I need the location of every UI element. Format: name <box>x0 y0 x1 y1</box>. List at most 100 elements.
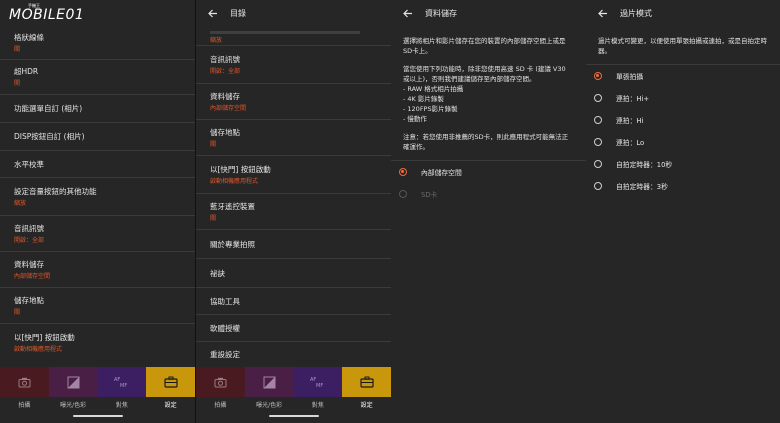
setting-value: 縮放 <box>210 37 223 44</box>
setting-super-hdr[interactable]: 超HDR 開 <box>0 60 195 95</box>
exposure-icon <box>263 376 276 388</box>
tab-exposure-block <box>244 367 294 397</box>
radio-unselected[interactable] <box>594 94 602 102</box>
setting-title: 藍牙遙控裝置 <box>210 201 255 211</box>
back-button[interactable] <box>596 6 610 20</box>
setting-data-storage[interactable]: 資料儲存 內部儲存空間 <box>196 84 391 120</box>
setting-function-menu-custom[interactable]: 功能選單自訂 (相片) <box>0 95 195 123</box>
intro-text: 過片模式可變更，以便使用單張拍攝或連拍，或是自拍定時器。 <box>598 37 767 55</box>
setting-title: 設定音量按鈕的其他功能 <box>14 186 97 196</box>
settings-panel-main: MOBILE01 手機王 格狀線條 關 超HDR 開 功能選單自訂 (相片) D… <box>0 0 195 423</box>
option-label: 單張拍攝 <box>616 73 644 81</box>
setting-value: 關 <box>210 214 217 222</box>
intro-text: 選擇將相片和影片儲存在您的裝置的內部儲存空間上或是SD卡上。 <box>403 37 566 55</box>
setting-level-calibration[interactable]: 水平校準 <box>0 151 195 178</box>
tab-settings[interactable]: 設定 <box>342 367 391 411</box>
setting-title: 儲存地點 <box>210 127 240 137</box>
setting-volume-button-function-partial[interactable]: 縮放 <box>196 26 391 46</box>
tab-label: 對焦 <box>311 402 324 409</box>
settings-list: 格狀線條 關 超HDR 開 功能選單自訂 (相片) DISP按鈕自訂 (相片) … <box>0 26 195 361</box>
feature-bullet: - 慢動作 <box>403 115 427 123</box>
af-mf-icon: AF MF <box>310 377 323 389</box>
setting-disp-button-custom[interactable]: DISP按鈕自訂 (相片) <box>0 123 195 151</box>
tab-exposure-color[interactable]: 曝光/色彩 <box>244 367 294 411</box>
drive-mode-header: 過片模式 <box>586 0 780 26</box>
setting-tips[interactable]: 祕訣 <box>196 259 391 288</box>
option-self-timer-10s[interactable]: 自拍定時器：10秒 <box>586 153 780 175</box>
tab-settings[interactable]: 設定 <box>146 367 195 411</box>
option-burst-lo[interactable]: 連拍：Lo <box>586 131 780 153</box>
option-label: 自拍定時器：10秒 <box>616 161 673 169</box>
feature-bullet: - 4K 影片錄製 <box>403 95 444 103</box>
camera-icon <box>18 377 31 387</box>
setting-title: 以[快門] 按鈕啟動 <box>14 332 75 342</box>
tab-exposure-block <box>48 367 98 397</box>
setting-save-location[interactable]: 儲存地點 關 <box>0 288 195 324</box>
setting-save-location[interactable]: 儲存地點 關 <box>196 120 391 156</box>
setting-title: 音訊訊號 <box>210 54 240 64</box>
setting-bluetooth-remote[interactable]: 藍牙遙控裝置 關 <box>196 194 391 230</box>
tab-shooting-block <box>0 367 49 397</box>
setting-value: 啟動相機應用程式 <box>14 345 63 353</box>
setting-grid-lines[interactable]: 格狀線條 關 <box>0 26 195 60</box>
option-label: 連拍：Hi+ <box>616 95 650 103</box>
back-button[interactable] <box>401 6 415 20</box>
tab-focus[interactable]: AF MF 對焦 <box>293 367 343 411</box>
setting-volume-button-function[interactable]: 設定音量按鈕的其他功能 縮放 <box>0 178 195 216</box>
option-label: 內部儲存空間 <box>421 169 462 177</box>
setting-title: 格狀線條 <box>14 32 44 42</box>
tab-label: 設定 <box>164 402 177 409</box>
storage-options: 內部儲存空間 SD卡 <box>391 161 586 205</box>
option-burst-hi[interactable]: 連拍：Hi <box>586 109 780 131</box>
setting-title: DISP按鈕自訂 (相片) <box>14 132 85 141</box>
setting-accessibility[interactable]: 協助工具 <box>196 288 391 315</box>
option-internal-storage[interactable]: 內部儲存空間 <box>391 161 586 183</box>
setting-title: 資料儲存 <box>210 91 240 101</box>
tab-label: 曝光/色彩 <box>256 402 283 409</box>
page-title: 目錄 <box>230 8 246 18</box>
tab-settings-block <box>146 367 195 397</box>
setting-title: 協助工具 <box>210 296 240 306</box>
setting-title: 超HDR <box>14 67 39 76</box>
back-button[interactable] <box>206 6 220 20</box>
setting-shutter-launch[interactable]: 以[快門] 按鈕啟動 啟動相機應用程式 <box>0 324 195 361</box>
setting-title: 功能選單自訂 (相片) <box>14 104 83 113</box>
setting-about[interactable]: 關於專業拍照 <box>196 230 391 259</box>
logo-text: MOBILE01 <box>9 7 84 23</box>
option-single-shot[interactable]: 單張拍攝 <box>586 65 780 87</box>
tab-focus[interactable]: AF MF 對焦 <box>97 367 147 411</box>
setting-software-license[interactable]: 軟體授權 <box>196 315 391 342</box>
setting-audio-signal[interactable]: 音訊訊號 開啟：全部 <box>0 216 195 252</box>
setting-data-storage[interactable]: 資料儲存 內部儲存空間 <box>0 252 195 288</box>
radio-selected[interactable] <box>399 168 407 176</box>
radio-unselected[interactable] <box>594 138 602 146</box>
setting-value: 開啟：全部 <box>210 67 241 75</box>
setting-title: 水平校準 <box>14 159 44 169</box>
home-indicator[interactable] <box>269 415 319 417</box>
tab-exposure-color[interactable]: 曝光/色彩 <box>48 367 98 411</box>
mode-tab-bar: 拍攝 曝光/色彩 AF MF 對焦 設定 <box>0 367 195 411</box>
data-storage-header: 資料儲存 <box>391 0 586 26</box>
exposure-icon <box>67 376 80 388</box>
setting-audio-signal[interactable]: 音訊訊號 開啟：全部 <box>196 46 391 84</box>
setting-value: 縮放 <box>14 199 27 207</box>
setting-shutter-launch[interactable]: 以[快門] 按鈕啟動 啟動相機應用程式 <box>196 156 391 194</box>
radio-selected[interactable] <box>594 72 602 80</box>
tab-focus-block: AF MF <box>293 367 343 397</box>
feature-bullet: - 120FPS影片錄製 <box>403 105 458 113</box>
radio-unselected[interactable] <box>594 182 602 190</box>
setting-value: 內部儲存空間 <box>14 272 51 280</box>
mode-tab-bar: 拍攝 曝光/色彩 AF MF 對焦 設定 <box>196 367 391 411</box>
option-self-timer-3s[interactable]: 自拍定時器：3秒 <box>586 175 780 197</box>
option-burst-hi-plus[interactable]: 連拍：Hi+ <box>586 87 780 109</box>
tab-label: 拍攝 <box>18 402 31 409</box>
tab-label: 拍攝 <box>214 402 227 409</box>
tab-shooting[interactable]: 拍攝 <box>196 367 245 411</box>
radio-unselected[interactable] <box>594 116 602 124</box>
recommendation-text: 當您使用下列功能時，除非您使用高速 SD 卡 (建議 V30 或以上)，否則我們… <box>403 65 566 83</box>
af-mf-icon: AF MF <box>114 377 127 389</box>
radio-unselected[interactable] <box>594 160 602 168</box>
home-indicator[interactable] <box>73 415 123 417</box>
setting-reset[interactable]: 重設設定 <box>196 342 391 367</box>
tab-shooting[interactable]: 拍攝 <box>0 367 49 411</box>
